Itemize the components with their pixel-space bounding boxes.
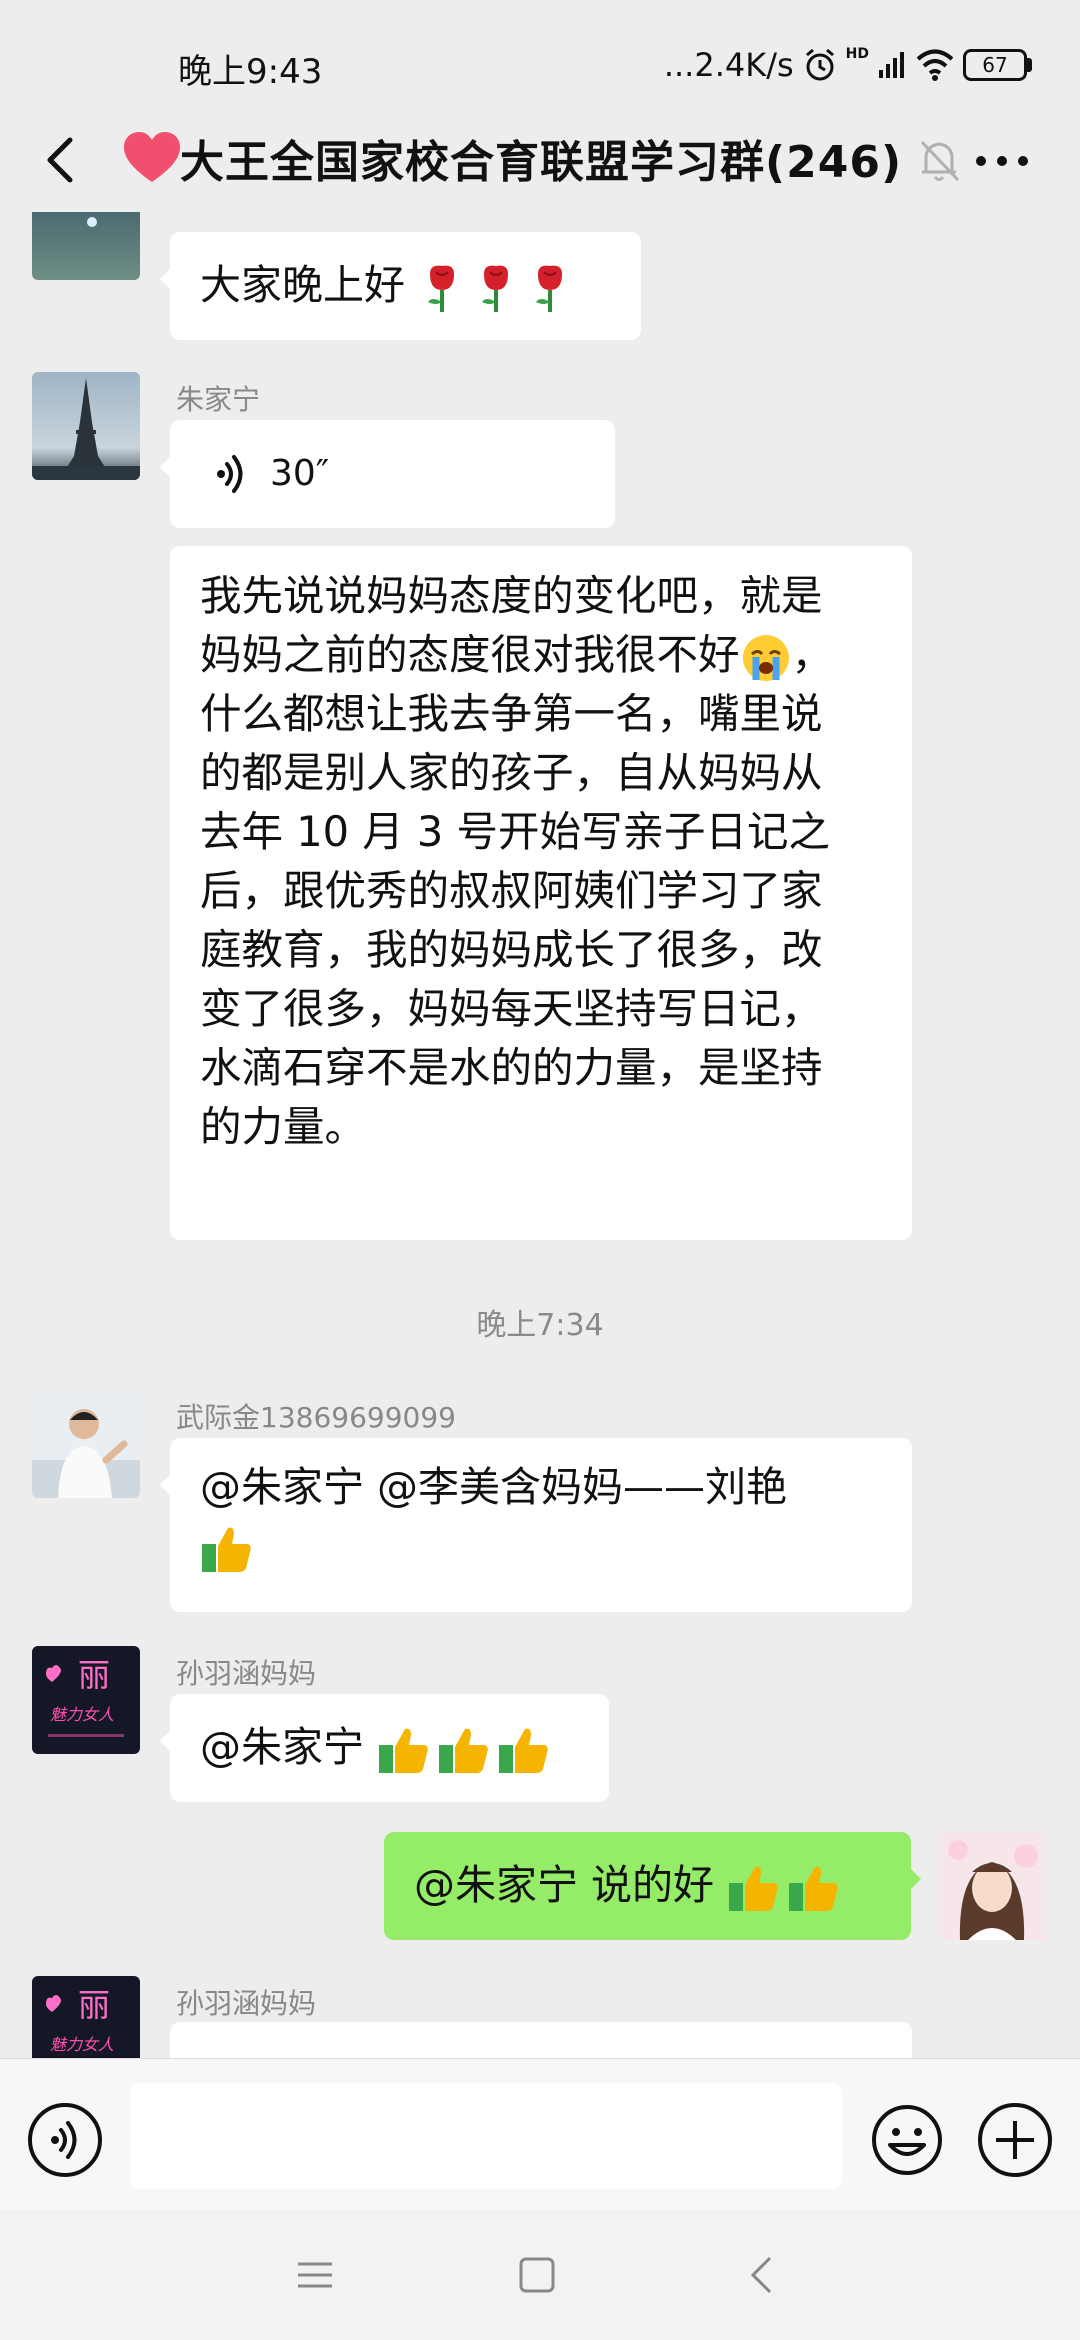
own-message-bubble[interactable]: @朱家宁 说的好 <box>384 1832 921 1940</box>
avatar-script: 魅力女人 <box>50 1705 114 1724</box>
back-nav-icon[interactable] <box>738 2250 788 2300</box>
message-bubble[interactable]: 我先说说妈妈态度的变化吧，就是 妈妈之前的态度很对我很不好， 什么都想让我去争第… <box>170 546 912 1240</box>
message-line: 什么都想让我去争第一名，嘴里说 <box>200 689 823 738</box>
menu-icon[interactable] <box>290 2250 340 2300</box>
rose-emojis <box>418 262 574 314</box>
voice-message[interactable]: 30″ <box>160 420 615 528</box>
thumbs-up-icon <box>439 1728 488 1773</box>
message-line: 变了很多，妈妈每天坚持写日记， <box>200 984 823 1033</box>
message-text: 大家晚上好 <box>200 261 405 309</box>
home-icon[interactable] <box>512 2250 562 2300</box>
voice-wave-icon <box>217 455 243 493</box>
message-line: 我先说说妈妈态度的变化吧，就是 <box>200 571 823 620</box>
thumbs-up-emojis <box>377 1723 551 1777</box>
avatar-char: 丽 <box>78 1656 110 1694</box>
voice-wave-icon <box>51 2121 77 2159</box>
message-bubble[interactable] <box>170 2022 912 2058</box>
rose-icon <box>428 265 455 312</box>
message-line: 妈妈之前的态度很对我很不好， <box>200 625 882 684</box>
avatar[interactable] <box>32 212 140 280</box>
system-nav-bar <box>0 2210 1080 2340</box>
time-separator: 晚上7:34 <box>476 1308 604 1343</box>
voice-input-button[interactable] <box>28 2103 102 2177</box>
message-bubble[interactable]: @朱家宁 @李美含妈妈——刘艳 <box>160 1438 912 1612</box>
thumbs-up-icon <box>379 1728 428 1773</box>
message-bubble[interactable]: 大家晚上好 <box>160 232 641 340</box>
message-line: 后，跟优秀的叔叔阿姨们学习了家 <box>200 866 823 915</box>
sender-name: 朱家宁 <box>176 383 261 416</box>
title-bar: 大王全国家校合育联盟学习群(246) <box>0 110 1080 210</box>
sender-name: 孙羽涵妈妈 <box>176 1657 317 1690</box>
chat-messages[interactable]: 大家晚上好 朱家宁 30″ 我先说说妈妈态度的变化吧，就是 妈妈之前的态度很对我… <box>0 212 1080 2058</box>
avatar-script: 魅力女人 <box>50 2035 114 2054</box>
message-line: 的力量。 <box>200 1102 367 1151</box>
more-functions-button[interactable] <box>978 2103 1052 2177</box>
message-bubble[interactable]: @朱家宁 <box>160 1694 609 1802</box>
message-line: 去年 10 月 3 号开始写亲子日记之 <box>200 807 830 856</box>
my-avatar[interactable] <box>938 1832 1046 1940</box>
thumbs-up-icon <box>202 1527 251 1572</box>
rose-icon <box>536 265 563 312</box>
battery-icon: 67 <box>963 49 1032 81</box>
crying-face-icon <box>742 635 789 681</box>
message-line: 庭教育，我的妈妈成长了很多，改 <box>200 925 823 974</box>
hd-label: HD <box>845 46 869 62</box>
thumbs-up-emojis <box>727 1861 841 1915</box>
heart-icon <box>124 132 180 182</box>
message-text: @朱家宁 说的好 <box>414 1861 715 1909</box>
back-arrow-icon <box>47 137 73 183</box>
more-options-button[interactable] <box>972 136 1032 186</box>
thumbs-up-icon <box>729 1866 778 1911</box>
avatar-char: 丽 <box>78 1986 110 2024</box>
avatar[interactable] <box>32 372 140 480</box>
thumbs-up-icon <box>789 1866 838 1911</box>
network-speed: ...2.4K/s <box>663 46 794 84</box>
wifi-icon <box>916 49 954 81</box>
avatar[interactable]: 丽魅力女人 <box>32 1976 140 2058</box>
alarm-icon <box>805 48 834 81</box>
emoji-button[interactable] <box>870 2103 944 2177</box>
battery-level: 67 <box>963 49 1027 81</box>
rose-icon <box>482 265 509 312</box>
message-line: 水滴石穿不是水的的力量，是坚持 <box>200 1043 823 1092</box>
sender-name: 武际金13869699099 <box>176 1401 456 1434</box>
message-line: 的都是别人家的孩子，自从妈妈从 <box>200 748 823 797</box>
thumbs-up-icon <box>499 1728 548 1773</box>
back-button[interactable] <box>30 128 94 192</box>
message-text: @朱家宁 @李美含妈妈——刘艳 <box>200 1463 788 1511</box>
signal-icon <box>879 52 904 78</box>
message-text: @朱家宁 <box>200 1723 378 1771</box>
mute-bell-icon <box>920 140 960 182</box>
status-icons: ...2.4K/s HD 67 <box>664 40 1032 90</box>
avatar[interactable] <box>32 1390 140 1498</box>
voice-duration: 30″ <box>270 453 330 494</box>
chat-title: 大王全国家校合育联盟学习群(246) <box>180 137 903 188</box>
avatar[interactable]: 丽魅力女人 <box>32 1646 140 1754</box>
sender-name: 孙羽涵妈妈 <box>176 1987 317 2020</box>
message-input[interactable] <box>130 2083 842 2189</box>
status-time: 晚上9:43 <box>178 52 323 92</box>
input-bar <box>0 2058 1080 2210</box>
